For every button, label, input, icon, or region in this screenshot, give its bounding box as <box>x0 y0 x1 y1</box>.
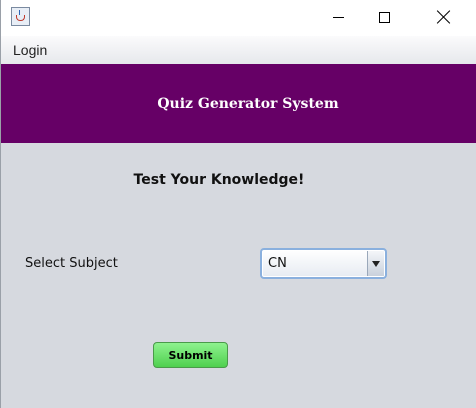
minimize-button[interactable] <box>315 0 361 34</box>
close-button[interactable] <box>421 0 467 34</box>
submit-button[interactable]: Submit <box>153 342 228 368</box>
menu-item-login[interactable]: Login <box>13 42 47 58</box>
minimize-icon <box>332 16 344 18</box>
java-app-icon[interactable] <box>11 7 30 26</box>
title-bar <box>1 0 476 36</box>
header-banner: Quiz Generator System <box>1 64 476 143</box>
page-subtitle: Test Your Knowledge! <box>133 172 305 188</box>
maximize-icon <box>378 11 390 23</box>
subject-select-value: CN <box>268 256 287 271</box>
cup-shape <box>16 15 25 21</box>
subject-select[interactable]: CN <box>260 248 387 279</box>
close-icon <box>437 10 451 24</box>
maximize-button[interactable] <box>361 0 407 34</box>
app-title: Quiz Generator System <box>157 95 339 112</box>
menu-bar: Login <box>1 36 476 64</box>
chevron-down-icon <box>372 260 380 267</box>
select-subject-label: Select Subject <box>25 256 118 271</box>
app-window: Login Quiz Generator System Test Your Kn… <box>0 0 476 408</box>
dropdown-arrow-button[interactable] <box>367 251 384 276</box>
